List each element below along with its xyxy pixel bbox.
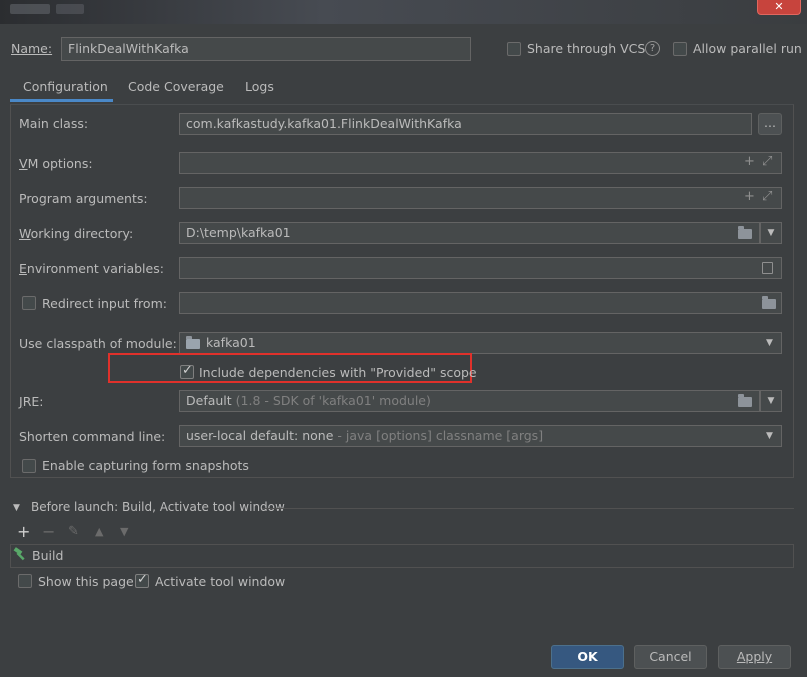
name-input[interactable]: FlinkDealWithKafka bbox=[61, 37, 471, 61]
jre-value: Default bbox=[186, 393, 232, 408]
main-class-input[interactable]: com.kafkastudy.kafka01.FlinkDealWithKafk… bbox=[179, 113, 752, 135]
expand-icon[interactable]: ⤢ bbox=[762, 189, 772, 204]
vm-options-label: VM options: bbox=[19, 156, 93, 171]
expand-icon[interactable]: ⤢ bbox=[762, 154, 772, 169]
allow-parallel-label: Allow parallel run bbox=[693, 41, 802, 56]
working-dir-dropdown-arrow[interactable]: ▼ bbox=[760, 222, 782, 244]
env-vars-input[interactable] bbox=[179, 257, 782, 279]
name-label: Name: bbox=[11, 41, 52, 56]
before-launch-divider bbox=[262, 508, 794, 509]
jre-hint: (1.8 - SDK of 'kafka01' module) bbox=[235, 393, 431, 408]
shorten-value: user-local default: none bbox=[186, 428, 334, 443]
env-vars-label: Environment variables: bbox=[19, 261, 164, 276]
title-blur-1 bbox=[10, 4, 50, 14]
main-class-browse-button[interactable]: ... bbox=[758, 113, 782, 135]
main-class-label: Main class: bbox=[19, 116, 89, 131]
before-launch-title: Before launch: Build, Activate tool wind… bbox=[31, 500, 285, 514]
vm-options-input[interactable] bbox=[179, 152, 782, 174]
classpath-select[interactable]: kafka01 bbox=[179, 332, 782, 354]
collapse-arrow-icon[interactable]: ▼ bbox=[13, 503, 20, 513]
activate-tool-window-checkbox[interactable] bbox=[135, 572, 149, 588]
redirect-input-field[interactable] bbox=[179, 292, 782, 314]
add-icon[interactable]: + bbox=[744, 189, 755, 204]
include-provided-label: Include dependencies with "Provided" sco… bbox=[199, 365, 477, 380]
tab-configuration[interactable]: Configuration bbox=[23, 79, 108, 94]
show-page-label: Show this page bbox=[38, 574, 134, 589]
capture-snapshots-label: Enable capturing form snapshots bbox=[42, 458, 249, 473]
window-titlebar bbox=[0, 0, 807, 24]
hammer-icon bbox=[12, 546, 28, 562]
add-task-icon[interactable]: + bbox=[17, 522, 30, 541]
move-up-icon[interactable]: ▲ bbox=[95, 525, 103, 538]
show-page-checkbox[interactable] bbox=[18, 574, 32, 588]
redirect-input-checkbox[interactable] bbox=[22, 296, 36, 310]
shorten-cmd-label: Shorten command line: bbox=[19, 429, 166, 444]
help-icon[interactable]: ? bbox=[645, 41, 660, 56]
ok-button[interactable]: OK bbox=[551, 645, 624, 669]
include-provided-checkbox[interactable] bbox=[180, 363, 194, 379]
program-args-input[interactable] bbox=[179, 187, 782, 209]
program-args-label: Program arguments: bbox=[19, 191, 148, 206]
task-list bbox=[10, 544, 794, 568]
jre-input[interactable]: Default (1.8 - SDK of 'kafka01' module) bbox=[179, 390, 760, 412]
shorten-hint: - java [options] classname [args] bbox=[337, 428, 544, 443]
working-dir-input[interactable]: D:\temp\kafka01 bbox=[179, 222, 760, 244]
jre-dropdown-arrow[interactable]: ▼ bbox=[760, 390, 782, 412]
allow-parallel-checkbox[interactable] bbox=[673, 42, 687, 56]
redirect-input-label: Redirect input from: bbox=[42, 296, 167, 311]
tab-active-indicator bbox=[10, 99, 113, 102]
shorten-dropdown-arrow[interactable]: ▼ bbox=[766, 431, 773, 441]
tab-logs[interactable]: Logs bbox=[245, 79, 274, 94]
move-down-icon[interactable]: ▼ bbox=[120, 525, 128, 538]
activate-tool-window-label: Activate tool window bbox=[155, 574, 286, 589]
capture-snapshots-checkbox[interactable] bbox=[22, 459, 36, 473]
tab-code-coverage[interactable]: Code Coverage bbox=[128, 79, 224, 94]
document-icon[interactable] bbox=[762, 262, 773, 274]
classpath-dropdown-arrow[interactable]: ▼ bbox=[766, 338, 773, 348]
classpath-label: Use classpath of module: bbox=[19, 336, 177, 351]
edit-task-icon[interactable]: ✎ bbox=[68, 524, 79, 539]
title-blur-2 bbox=[56, 4, 84, 14]
share-vcs-checkbox[interactable] bbox=[507, 42, 521, 56]
working-dir-label: Working directory: bbox=[19, 226, 134, 241]
close-window-button[interactable]: ✕ bbox=[757, 0, 801, 15]
apply-button[interactable]: Apply bbox=[718, 645, 791, 669]
remove-task-icon[interactable]: − bbox=[42, 522, 55, 541]
jre-label: JRE: bbox=[19, 394, 44, 409]
shorten-cmd-select[interactable]: user-local default: none - java [options… bbox=[179, 425, 782, 447]
name-label-text: Name: bbox=[11, 41, 53, 56]
add-icon[interactable]: + bbox=[744, 154, 755, 169]
share-vcs-label: Share through VCS bbox=[527, 41, 646, 56]
cancel-button[interactable]: Cancel bbox=[634, 645, 707, 669]
apply-label: Apply bbox=[736, 649, 773, 664]
build-task[interactable]: Build bbox=[32, 548, 63, 563]
